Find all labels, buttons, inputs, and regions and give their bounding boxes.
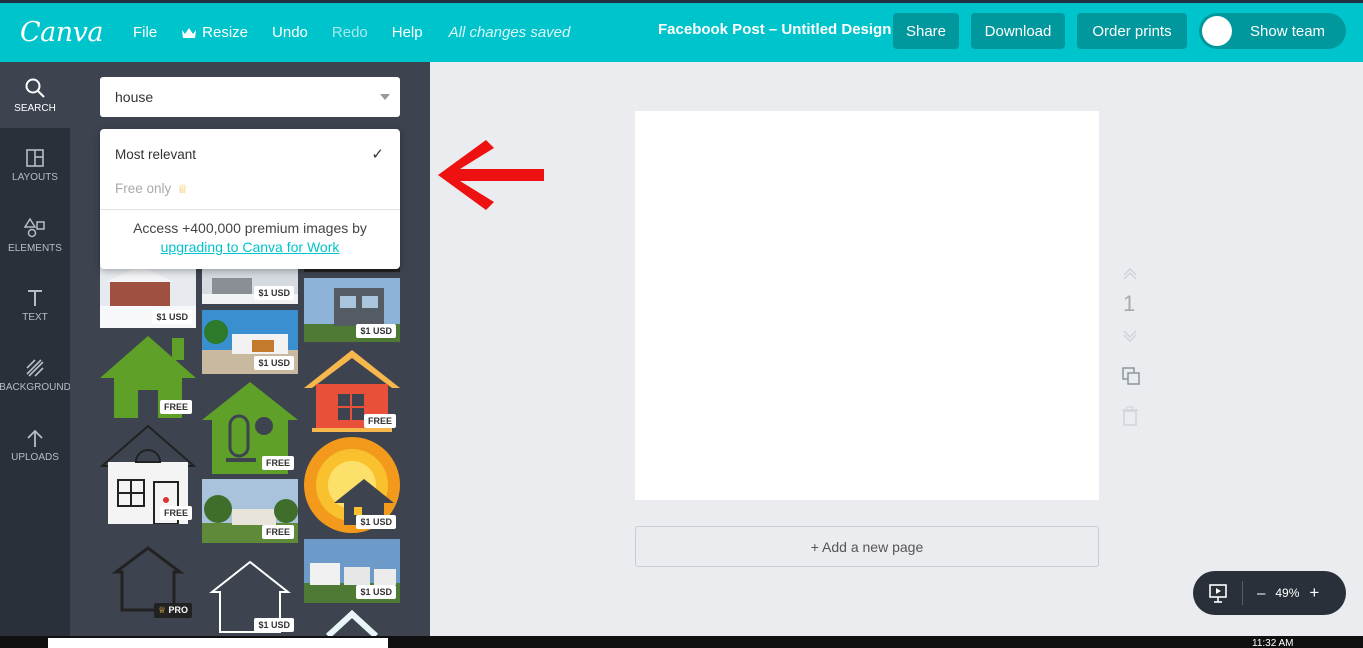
rail-uploads-label: UPLOADS xyxy=(11,451,59,463)
crown-icon xyxy=(182,27,197,38)
download-button[interactable]: Download xyxy=(971,13,1065,49)
shapes-icon xyxy=(24,217,45,237)
upload-arrow-icon xyxy=(27,429,43,447)
share-button[interactable]: Share xyxy=(893,13,959,49)
rail-layouts-label: LAYOUTS xyxy=(12,171,58,183)
canva-logo[interactable]: Canva xyxy=(20,17,104,48)
rail-text-label: TEXT xyxy=(22,311,48,323)
upgrade-link[interactable]: upgrading to Canva for Work xyxy=(161,239,340,255)
zoom-level[interactable]: 49% xyxy=(1275,586,1299,600)
free-badge: FREE xyxy=(261,456,294,470)
team-avatar xyxy=(1202,16,1232,46)
delete-page-icon[interactable] xyxy=(1121,406,1139,426)
search-input-value: house xyxy=(115,89,154,105)
menu-redo[interactable]: Redo xyxy=(332,24,368,41)
page-number: 1 xyxy=(1123,291,1136,316)
menu-resize[interactable]: Resize xyxy=(181,24,248,41)
present-icon[interactable] xyxy=(1208,583,1228,603)
free-badge: FREE xyxy=(159,400,192,414)
image-result-red-house-icon[interactable]: FREE xyxy=(304,348,400,432)
menu-help[interactable]: Help xyxy=(392,24,423,41)
rail-item-elements[interactable]: ELEMENTS xyxy=(0,202,70,268)
option-free-only-label: Free only xyxy=(115,181,172,196)
crown-icon: ♕ xyxy=(177,182,189,196)
image-result-modern-house[interactable]: $1 USD xyxy=(304,278,400,342)
show-team-label: Show team xyxy=(1250,22,1326,40)
image-result-snowy-house[interactable]: $1 USD xyxy=(202,266,298,304)
free-badge: FREE xyxy=(159,506,192,520)
zoom-out-button[interactable]: – xyxy=(1257,585,1265,602)
duplicate-page-icon[interactable] xyxy=(1121,366,1141,386)
design-title[interactable]: Facebook Post – Untitled Design xyxy=(658,21,891,38)
top-bar: Canva File Resize Undo Redo Help All cha… xyxy=(0,0,1363,62)
layouts-icon xyxy=(26,148,44,167)
price-badge: $1 USD xyxy=(152,310,192,324)
image-result-snow-cabin[interactable]: $1 USD xyxy=(100,266,196,328)
zoom-in-button[interactable]: + xyxy=(1309,583,1319,603)
move-page-down-icon[interactable] xyxy=(1121,328,1139,342)
rail-item-search[interactable]: SEARCH xyxy=(0,62,70,128)
move-page-up-icon[interactable] xyxy=(1121,268,1139,282)
dropdown-divider xyxy=(100,209,400,210)
option-free-only[interactable]: Free only ♕ xyxy=(115,181,188,196)
zoom-controls: – 49% + xyxy=(1193,571,1346,615)
image-result-birdhouse-icon[interactable]: FREE xyxy=(202,380,298,474)
tool-rail: SEARCH LAYOUTS ELEMENTS TEXT BACKGROUND … xyxy=(0,62,71,636)
image-result-sunset-house[interactable]: $1 USD xyxy=(304,437,400,533)
image-result-white-house[interactable]: FREE xyxy=(100,424,196,524)
text-icon xyxy=(28,289,42,306)
pro-crown-icon: ♕ xyxy=(157,605,166,615)
rail-background-label: BACKGROUND xyxy=(0,381,71,393)
os-clock: 11:32 AM xyxy=(1252,638,1294,648)
design-page[interactable] xyxy=(635,111,1099,500)
image-result-row-houses[interactable]: $1 USD xyxy=(304,539,400,603)
price-badge: $1 USD xyxy=(356,324,396,338)
image-result-modern-villa[interactable]: $1 USD xyxy=(202,310,298,374)
image-result-outline-house[interactable]: ♕ PRO xyxy=(100,538,196,622)
upgrade-promo: Access +400,000 premium images by upgrad… xyxy=(100,219,400,257)
option-most-relevant[interactable]: Most relevant xyxy=(115,147,196,162)
image-result-green-house-icon[interactable]: FREE xyxy=(100,334,196,418)
os-search-box[interactable] xyxy=(48,638,388,648)
menu-file[interactable]: File xyxy=(133,24,157,41)
pro-label: PRO xyxy=(168,605,188,615)
order-prints-button[interactable]: Order prints xyxy=(1077,13,1187,49)
search-icon xyxy=(25,78,45,98)
background-icon xyxy=(26,358,44,377)
sort-filter-dropdown: Most relevant ✓ Free only ♕ Access +400,0… xyxy=(100,129,400,269)
menu-undo[interactable]: Undo xyxy=(272,24,308,41)
image-result-roof-chevron[interactable] xyxy=(304,608,400,636)
save-status: All changes saved xyxy=(448,24,571,41)
rail-item-layouts[interactable]: LAYOUTS xyxy=(0,132,70,198)
price-badge: $1 USD xyxy=(356,515,396,529)
rail-item-background[interactable]: BACKGROUND xyxy=(0,342,71,408)
price-badge: $1 USD xyxy=(254,618,294,632)
free-badge: FREE xyxy=(261,525,294,539)
price-badge: $1 USD xyxy=(356,585,396,599)
pro-badge: ♕ PRO xyxy=(153,603,192,618)
price-badge: $1 USD xyxy=(254,356,294,370)
roof-chevron-icon xyxy=(325,609,379,636)
upgrade-promo-text: Access +400,000 premium images by xyxy=(133,220,367,236)
search-input[interactable]: house xyxy=(100,77,400,117)
red-annotation-arrow-icon xyxy=(438,140,544,210)
free-badge: FREE xyxy=(363,414,396,428)
filter-dropdown-caret-icon[interactable] xyxy=(380,94,390,100)
menu-resize-label: Resize xyxy=(202,24,249,41)
zoom-divider xyxy=(1242,581,1243,605)
image-result-white-outline-house[interactable]: $1 USD xyxy=(202,552,298,636)
check-icon: ✓ xyxy=(371,146,384,163)
rail-elements-label: ELEMENTS xyxy=(8,242,62,254)
show-team-button[interactable]: Show team xyxy=(1199,13,1346,49)
os-taskbar: 11:32 AM xyxy=(0,636,1363,648)
rail-item-text[interactable]: TEXT xyxy=(0,272,70,338)
price-badge: $1 USD xyxy=(254,286,294,300)
image-result-suburban-house[interactable]: FREE xyxy=(202,479,298,543)
add-new-page-button[interactable]: + Add a new page xyxy=(635,526,1099,567)
rail-item-uploads[interactable]: UPLOADS xyxy=(0,412,70,478)
rail-search-label: SEARCH xyxy=(14,102,56,114)
